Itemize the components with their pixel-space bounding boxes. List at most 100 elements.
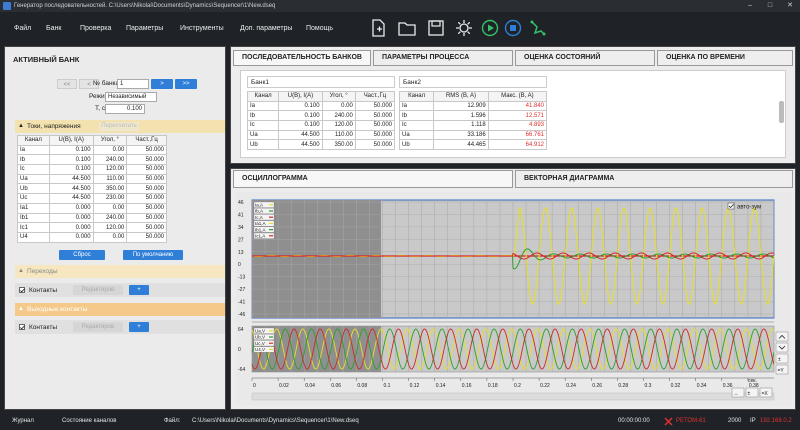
- checkmark-icon: [20, 288, 25, 293]
- channel-cell: 50.000: [126, 154, 167, 166]
- t-label: T, c: [95, 105, 106, 112]
- x-tick-label: 0.14: [436, 383, 446, 389]
- bank2-cell: Ia: [398, 100, 435, 112]
- channel-row[interactable]: Ib 0.100 240.00 50.000: [17, 154, 167, 166]
- settings-gear-icon[interactable]: [454, 18, 474, 38]
- menu-file[interactable]: Файл: [14, 25, 31, 32]
- channel-row[interactable]: Ic1 0.000 120.00 50.000: [17, 222, 167, 233]
- x-tick-label: 0.1: [384, 383, 391, 389]
- channel-row[interactable]: Ib1 0.000 240.00 50.000: [17, 212, 167, 224]
- fit-y-icon: =Y: [778, 368, 785, 374]
- mode-select[interactable]: Независимый: [105, 92, 157, 102]
- menu-help[interactable]: Помощь: [306, 25, 333, 32]
- contacts-checkbox[interactable]: [19, 287, 25, 293]
- bank1-cell: 0.100: [278, 100, 323, 112]
- channel-row[interactable]: Ia 0.100 0.00 50.000: [17, 144, 167, 156]
- channel-row[interactable]: Ia1 0.000 0.00 50.000: [17, 202, 167, 214]
- bank1-cell: Ia: [246, 100, 280, 112]
- time-scrollbar[interactable]: [251, 392, 775, 401]
- tab-time-evaluation[interactable]: ОЦЕНКА ПО ВРЕМЕНИ: [657, 50, 793, 66]
- banks-scrollbar[interactable]: [779, 101, 784, 123]
- active-bank-title: АКТИВНЫЙ БАНК: [13, 55, 80, 64]
- last-bank-button[interactable]: >>: [175, 79, 197, 89]
- add-output-button[interactable]: +: [129, 322, 149, 332]
- menu-parameters[interactable]: Параметры: [126, 25, 163, 32]
- transitions-section[interactable]: ▲ Переходы: [15, 265, 225, 278]
- play-icon[interactable]: [480, 18, 500, 38]
- y-tick-label: -27: [238, 287, 245, 293]
- menu-tools[interactable]: Инструменты: [180, 25, 224, 32]
- bank1-row[interactable]: Ib 0.100 240.00 50.000: [246, 110, 396, 122]
- bank2-cell: Ic: [398, 120, 435, 131]
- tab-state-evaluation[interactable]: ОЦЕНКА СОСТОЯНИЙ: [515, 50, 655, 66]
- bank1-header: Канал: [246, 91, 280, 102]
- tab-process-params[interactable]: ПАРАМЕТРЫ ПРОЦЕССА: [373, 50, 513, 66]
- reset-button[interactable]: Сброс: [59, 250, 105, 260]
- outputs-section[interactable]: ▲ Выходные контакты: [15, 303, 225, 316]
- t-input[interactable]: 0.100: [105, 104, 145, 114]
- edit-contacts-button[interactable]: Редактиров: [73, 285, 123, 295]
- currents-voltages-section[interactable]: ▲ Токи, напряжения Пересчитать: [15, 120, 225, 133]
- output-contacts-label: Контакты: [29, 324, 58, 331]
- open-folder-icon[interactable]: [397, 18, 417, 38]
- tab-oscillogram[interactable]: ОСЦИЛЛОГРАММА: [233, 170, 513, 188]
- scroll-down-button[interactable]: [775, 342, 789, 353]
- output-contacts-checkbox[interactable]: [19, 324, 25, 330]
- channel-row[interactable]: Ic 0.100 120.00 50.000: [17, 164, 167, 175]
- minimize-button[interactable]: –: [740, 0, 760, 12]
- device-name: РЕТОМ-61: [676, 418, 706, 424]
- bank2-cell: 66.761: [487, 129, 548, 141]
- menu-extra-params[interactable]: Доп. параметры: [240, 25, 292, 32]
- channel-cell: 120.00: [92, 222, 128, 233]
- edit-output-contacts-button[interactable]: Редактиров: [73, 322, 123, 332]
- channel-row[interactable]: Ub 44.500 350.00 50.000: [17, 183, 167, 195]
- close-button[interactable]: ✕: [780, 0, 800, 12]
- legend-label: Ub,V: [255, 335, 265, 340]
- autozoom-checkbox[interactable]: [727, 202, 735, 210]
- channel-row[interactable]: Ua 44.500 110.00 50.000: [17, 173, 167, 185]
- menu-check[interactable]: Проверка: [80, 25, 111, 32]
- bank2-table: Канал RMS (B, A) Макс. (B, A) Ia 12.909 41.84…: [398, 91, 548, 151]
- bank2-cell: 1.118: [433, 120, 489, 131]
- maximize-button[interactable]: □: [760, 0, 780, 12]
- channel-cell: Ic1: [17, 222, 50, 233]
- connection-icon[interactable]: [528, 18, 548, 38]
- scroll-up-button[interactable]: [775, 331, 789, 342]
- save-icon[interactable]: [426, 18, 446, 38]
- bank2-row[interactable]: Ib 1.596 12.571: [398, 110, 548, 122]
- tab-bank-sequence[interactable]: ПОСЛЕДОВАТЕЛЬНОСТЬ БАНКОВ: [233, 50, 371, 66]
- recalc-button[interactable]: Пересчитать: [99, 122, 139, 131]
- bank2-row[interactable]: Ub 44.465 64.912: [398, 139, 548, 151]
- bank2-row[interactable]: Ua 33.186 66.761: [398, 129, 548, 141]
- bank2-row[interactable]: Ia 12.909 41.840: [398, 100, 548, 112]
- transitions-title: Переходы: [27, 268, 58, 275]
- x-tick-label: 0.04: [305, 383, 315, 389]
- bank1-row[interactable]: Ia 0.100 0.00 50.000: [246, 100, 396, 112]
- menu-bank[interactable]: Банк: [46, 25, 61, 32]
- y-tick-label: -64: [238, 367, 245, 373]
- first-bank-button[interactable]: <<: [57, 79, 77, 89]
- bank-number-select[interactable]: 1: [117, 79, 149, 89]
- channel-cell: 0.00: [92, 144, 128, 156]
- channel-cell: 120.00: [92, 164, 128, 175]
- bank2-cell: 41.840: [487, 100, 548, 112]
- legend-label: Uc,V: [255, 341, 265, 346]
- bank1-row[interactable]: Ic 0.100 120.00 50.000: [246, 120, 396, 131]
- channel-row[interactable]: Uc 44.500 230.00 50.000: [17, 193, 167, 204]
- channels-status-link[interactable]: Состояние каналов: [62, 412, 116, 430]
- menu-bar: Файл Банк Проверка Параметры Инструменты…: [0, 12, 800, 46]
- bank1-row[interactable]: Ua 44.500 110.00 50.000: [246, 129, 396, 141]
- bank1-row[interactable]: Ub 44.500 350.00 50.000: [246, 139, 396, 151]
- journal-link[interactable]: Журнал: [12, 412, 34, 430]
- next-bank-button[interactable]: >: [151, 79, 173, 89]
- channel-row[interactable]: U4 0.000 0.00 50.000: [17, 231, 167, 243]
- bank2-row[interactable]: Ic 1.118 4.893: [398, 120, 548, 131]
- tab-vector-diagram[interactable]: ВЕКТОРНАЯ ДИАГРАММА: [515, 170, 793, 188]
- bank1-title: Банк1: [247, 76, 395, 88]
- new-file-icon[interactable]: [368, 18, 388, 38]
- file-label: Файл:: [164, 418, 181, 424]
- stop-icon[interactable]: [503, 18, 523, 38]
- x-tick-label: 0.08: [357, 383, 367, 389]
- default-button[interactable]: По умолчанию: [123, 250, 183, 260]
- add-transition-button[interactable]: +: [129, 285, 149, 295]
